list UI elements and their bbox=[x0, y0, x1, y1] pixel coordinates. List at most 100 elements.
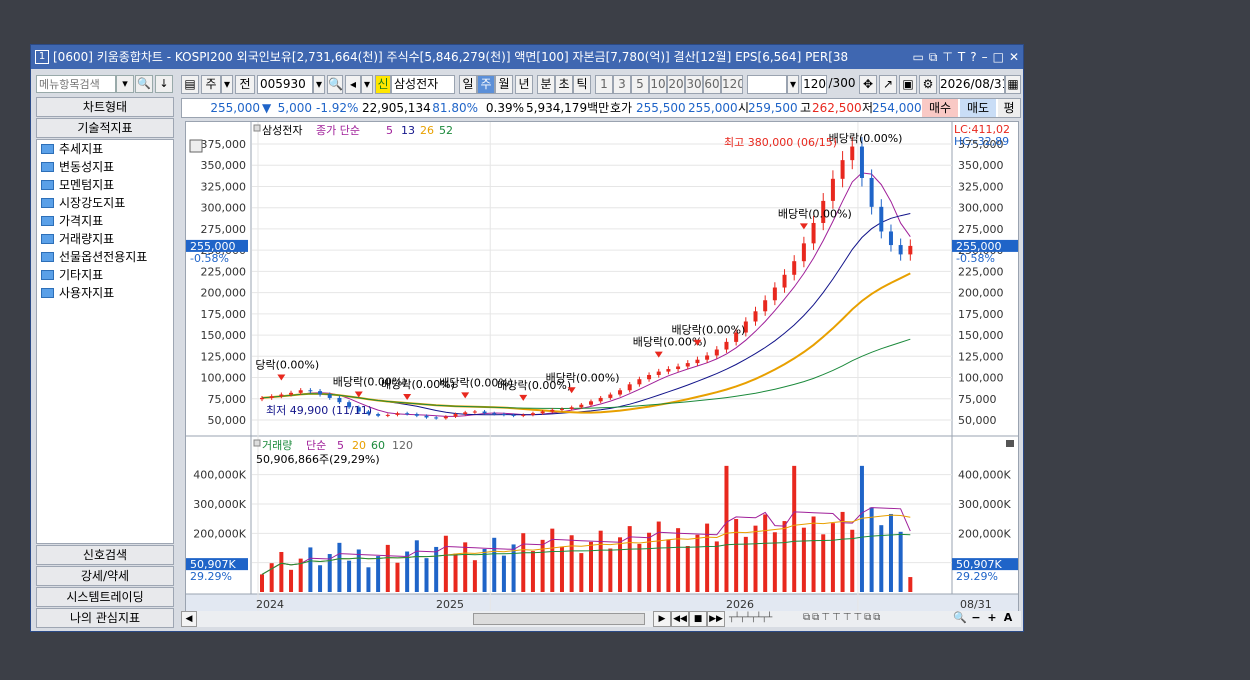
volume-bar bbox=[376, 556, 381, 592]
sell-button[interactable]: 매도 bbox=[960, 99, 996, 117]
period-day-tab[interactable]: 일 bbox=[459, 75, 477, 94]
scroll-left-icon[interactable]: ◀ bbox=[181, 611, 197, 627]
period-second-tab[interactable]: 초 bbox=[555, 75, 573, 94]
tree-item[interactable]: 기타지표 bbox=[37, 266, 173, 284]
tree-item[interactable]: 거래량지표 bbox=[37, 230, 173, 248]
help-icon[interactable]: ? bbox=[970, 45, 976, 69]
menu-search-input[interactable] bbox=[36, 75, 116, 93]
window-icon[interactable]: ⧉ bbox=[929, 45, 938, 69]
tree-item[interactable]: 시장강도지표 bbox=[37, 194, 173, 212]
fast-forward-icon[interactable]: ▶▶ bbox=[707, 611, 725, 627]
font-icon[interactable]: T bbox=[958, 45, 965, 69]
interval-60[interactable]: 60 bbox=[703, 75, 721, 94]
interval-10[interactable]: 10 bbox=[649, 75, 667, 94]
chart-svg[interactable]: 375,000 375,000350,000 350,000325,000 325,0… bbox=[186, 122, 1018, 626]
chart-type-button[interactable]: 차트형태 bbox=[36, 97, 174, 117]
candle bbox=[501, 414, 506, 416]
candle bbox=[589, 401, 593, 405]
period-tick-tab[interactable]: 틱 bbox=[573, 75, 591, 94]
volume-ratio: 81.80% bbox=[432, 101, 478, 115]
dropdown-icon[interactable]: ▾ bbox=[221, 75, 233, 94]
copy-icon[interactable]: ▭ bbox=[913, 45, 924, 69]
volume-bar bbox=[559, 546, 564, 592]
draw-icon[interactable]: ↗ bbox=[879, 75, 897, 94]
download-icon[interactable]: ↓ bbox=[155, 75, 173, 93]
ruler-icon[interactable]: ┬┴┬┴┬┴┬┴ bbox=[729, 611, 803, 625]
vol-ma5-label: 5 bbox=[337, 439, 344, 452]
zoom-out-icon[interactable]: − bbox=[969, 611, 983, 625]
interval-30[interactable]: 30 bbox=[685, 75, 703, 94]
interval-5[interactable]: 5 bbox=[631, 75, 649, 94]
jeon-button[interactable]: 전 bbox=[235, 75, 255, 94]
mode-select[interactable]: 주 bbox=[201, 75, 221, 94]
eval-button[interactable]: 평 bbox=[998, 99, 1020, 117]
dropdown-icon[interactable]: ▾ bbox=[361, 75, 373, 94]
stock-code-input[interactable]: 005930 bbox=[257, 75, 313, 94]
chart-area[interactable]: 375,000 375,000 350,000 350,000 325,000 325,0… bbox=[185, 121, 1019, 627]
tree-item[interactable]: 사용자지표 bbox=[37, 284, 173, 302]
count-input[interactable]: 120 bbox=[801, 75, 827, 94]
zoom-search-icon[interactable]: 🔍 bbox=[953, 611, 967, 625]
scroll-thumb[interactable] bbox=[473, 613, 645, 625]
search-icon[interactable]: 🔍 bbox=[327, 75, 343, 94]
layout-icon[interactable]: ▤ bbox=[181, 75, 199, 94]
tree-item[interactable]: 추세지표 bbox=[37, 140, 173, 158]
minimize-icon[interactable]: – bbox=[982, 45, 988, 69]
tree-item[interactable]: 가격지표 bbox=[37, 212, 173, 230]
tool-icons[interactable]: ⧉⧉⊤⊤⊤⊤⧉⧉ bbox=[803, 611, 953, 625]
gear-icon[interactable]: ⚙ bbox=[919, 75, 937, 94]
stock-name-field[interactable]: 삼성전자 bbox=[391, 75, 455, 94]
candle bbox=[705, 355, 710, 360]
grid-toggle-icon[interactable] bbox=[189, 139, 203, 153]
price-axis-label-right: 350,000 bbox=[958, 159, 1004, 172]
stop-icon[interactable]: ■ bbox=[689, 611, 707, 627]
horizontal-scrollbar[interactable]: ◀ ▶ ◀◀ ■ ▶▶ ┬┴┬┴┬┴┬┴ ⧉⧉⊤⊤⊤⊤⧉⧉ 🔍 − + A bbox=[181, 611, 1021, 627]
candle bbox=[879, 206, 884, 232]
close-pane-icon[interactable] bbox=[1006, 440, 1014, 447]
volume-bar bbox=[608, 548, 613, 592]
tree-item[interactable]: 선물옵션전용지표 bbox=[37, 248, 173, 266]
my-indicators-button[interactable]: 나의 관심지표 bbox=[36, 608, 174, 628]
dropdown-icon[interactable]: ▾ bbox=[116, 75, 134, 93]
maximize-icon[interactable]: □ bbox=[993, 45, 1004, 69]
price-axis-label-right: 150,000 bbox=[958, 329, 1004, 342]
interval-1[interactable]: 1 bbox=[595, 75, 613, 94]
interval-20[interactable]: 20 bbox=[667, 75, 685, 94]
pin-icon[interactable]: ⊤ bbox=[942, 45, 952, 69]
play-icon[interactable]: ▶ bbox=[653, 611, 671, 627]
interval-120[interactable]: 120 bbox=[721, 75, 743, 94]
strength-button[interactable]: 강세/약세 bbox=[36, 566, 174, 586]
date-input[interactable]: 2026/08/31 bbox=[939, 75, 1005, 94]
auto-icon[interactable]: A bbox=[1001, 611, 1015, 625]
period-minute-tab[interactable]: 분 bbox=[537, 75, 555, 94]
search-icon[interactable]: 🔍 bbox=[135, 75, 153, 93]
period-week-tab[interactable]: 주 bbox=[477, 75, 495, 94]
zoom-icon[interactable]: ✥ bbox=[859, 75, 877, 94]
high-price: 262,500 bbox=[812, 101, 862, 115]
tree-item[interactable]: 모멘텀지표 bbox=[37, 176, 173, 194]
period-year-tab[interactable]: 년 bbox=[515, 75, 533, 94]
close-icon[interactable]: ✕ bbox=[1009, 45, 1019, 69]
zoom-in-icon[interactable]: + bbox=[985, 611, 999, 625]
candle bbox=[782, 274, 787, 288]
period-month-tab[interactable]: 월 bbox=[495, 75, 513, 94]
buy-button[interactable]: 매수 bbox=[922, 99, 958, 117]
calendar-icon[interactable]: ▦ bbox=[1005, 75, 1021, 94]
rewind-icon[interactable]: ◀◀ bbox=[671, 611, 689, 627]
sound-icon[interactable]: ◂ bbox=[345, 75, 361, 94]
signal-search-button[interactable]: 신호검색 bbox=[36, 545, 174, 565]
interval-3[interactable]: 3 bbox=[613, 75, 631, 94]
volume-bar bbox=[540, 539, 545, 592]
tech-indicator-button[interactable]: 기술적지표 bbox=[36, 118, 174, 138]
price-legend-name: 삼성전자 bbox=[262, 124, 302, 137]
tree-item[interactable]: 변동성지표 bbox=[37, 158, 173, 176]
candle bbox=[608, 394, 613, 398]
custom-interval-input[interactable] bbox=[747, 75, 787, 94]
candle bbox=[598, 397, 603, 402]
dropdown-icon[interactable]: ▾ bbox=[313, 75, 325, 94]
volume-bar bbox=[637, 543, 642, 592]
system-trading-button[interactable]: 시스템트레이딩 bbox=[36, 587, 174, 607]
save-icon[interactable]: ▣ bbox=[899, 75, 917, 94]
open-price: 259,500 bbox=[748, 101, 798, 115]
dropdown-icon[interactable]: ▾ bbox=[787, 75, 799, 94]
